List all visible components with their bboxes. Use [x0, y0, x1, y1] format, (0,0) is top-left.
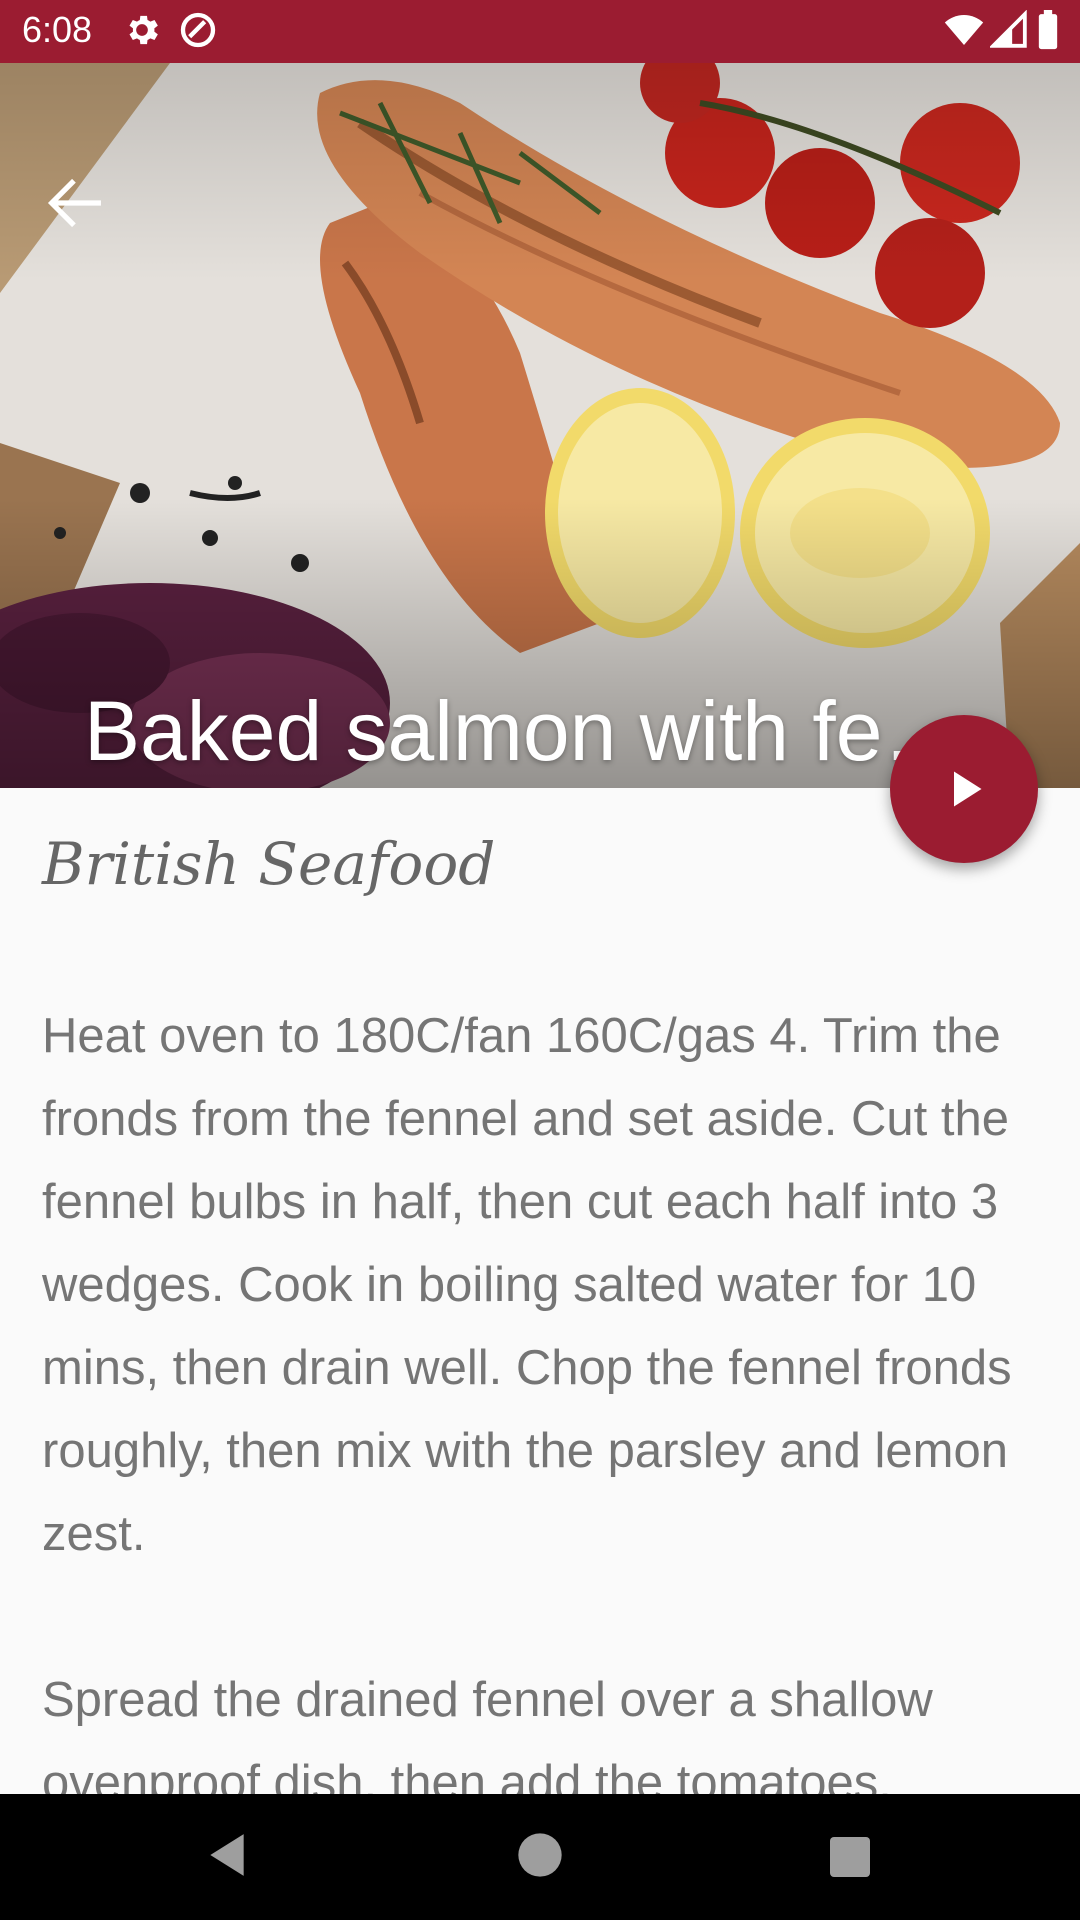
- status-bar: 6:08: [0, 0, 1080, 63]
- circle-home-icon: [518, 1833, 562, 1877]
- play-icon: [954, 771, 982, 807]
- play-video-button[interactable]: [890, 715, 1038, 863]
- recipe-hero-image: Baked salmon with fennel & tomatoes: [0, 63, 1080, 788]
- square-recents-icon: [830, 1837, 870, 1877]
- status-time: 6:08: [22, 9, 93, 50]
- recipe-title: Baked salmon with fennel & tomatoes: [84, 684, 1004, 778]
- data-saver-icon: [178, 10, 218, 54]
- back-button[interactable]: [40, 168, 110, 238]
- triangle-back-icon: [210, 1834, 244, 1876]
- wifi-icon: [944, 10, 984, 54]
- battery-icon: [1036, 10, 1060, 54]
- nav-home-button[interactable]: [514, 1829, 566, 1885]
- nav-recents-button[interactable]: [826, 1829, 874, 1885]
- recipe-category: British Seafood: [42, 830, 496, 898]
- cellular-signal-icon: [988, 9, 1028, 54]
- system-navigation-bar: [0, 1794, 1080, 1920]
- settings-icon: [122, 10, 162, 54]
- arrow-back-icon: [47, 178, 101, 228]
- recipe-instructions: Heat oven to 180C/fan 160C/gas 4. Trim t…: [42, 1009, 1012, 1810]
- nav-back-button[interactable]: [202, 1829, 252, 1885]
- hero-gradient-overlay: [0, 63, 1080, 788]
